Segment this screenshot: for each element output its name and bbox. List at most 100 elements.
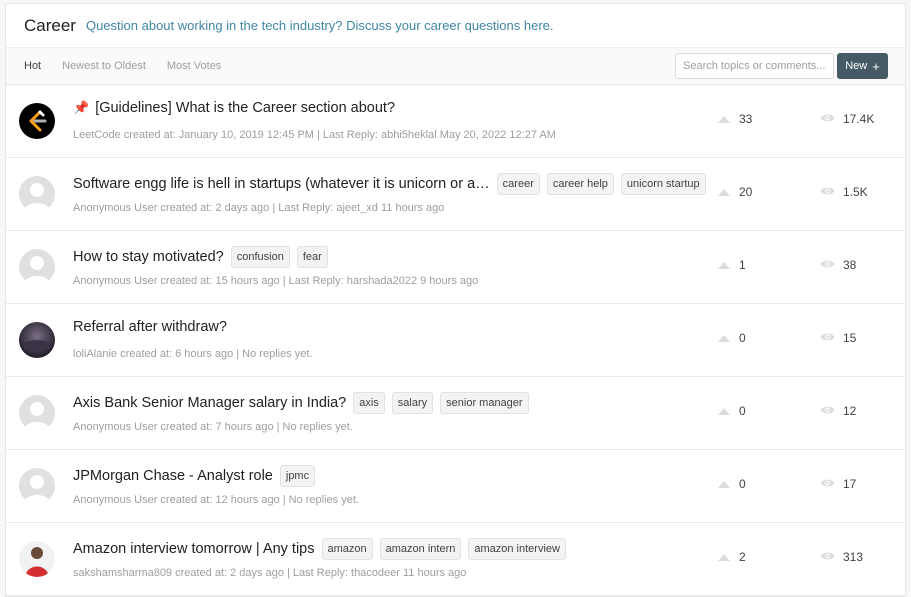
leetcode-logo-icon — [19, 103, 55, 139]
tab-hot[interactable]: Hot — [24, 60, 41, 72]
topic-tag[interactable]: senior manager — [440, 392, 529, 414]
vote-count: 0 — [718, 477, 746, 491]
topic-row[interactable]: Amazon interview tomorrow | Any tips ama… — [6, 523, 905, 596]
topic-tag[interactable]: salary — [391, 392, 434, 414]
topic-tag[interactable]: axis — [353, 392, 385, 414]
view-count: 15 — [820, 331, 856, 345]
vote-number: 2 — [739, 550, 746, 564]
upvote-icon[interactable] — [718, 480, 730, 488]
topic-meta: LeetCode created at: January 10, 2019 12… — [73, 129, 556, 141]
vote-number: 0 — [739, 477, 746, 491]
vote-count: 0 — [718, 404, 746, 418]
avatar[interactable] — [19, 395, 55, 431]
avatar[interactable] — [19, 103, 55, 139]
topic-tag[interactable]: career help — [546, 173, 614, 195]
view-count: 17.4K — [820, 112, 874, 126]
discuss-panel: Career Question about working in the tec… — [5, 3, 906, 597]
view-number: 38 — [843, 258, 857, 272]
eye-icon — [820, 550, 835, 564]
upvote-icon[interactable] — [718, 553, 730, 561]
topic-row[interactable]: JPMorgan Chase - Analyst role jpmc Anony… — [6, 450, 905, 523]
category-description: Question about working in the tech indus… — [85, 18, 554, 33]
topic-title[interactable]: Software engg life is hell in startups (… — [73, 176, 490, 192]
eye-icon — [820, 404, 835, 418]
topic-tag[interactable]: amazon — [321, 538, 373, 560]
topic-tag[interactable]: career — [496, 173, 540, 195]
view-number: 313 — [843, 550, 864, 564]
avatar[interactable] — [19, 468, 55, 504]
new-button-label: New — [845, 60, 868, 72]
topic-list: 📌 [Guidelines] What is the Career section… — [6, 85, 905, 596]
search-input[interactable] — [675, 53, 834, 79]
vote-number: 33 — [739, 112, 753, 126]
topic-title-line: Axis Bank Senior Manager salary in India… — [73, 392, 529, 414]
view-count: 12 — [820, 404, 856, 418]
user-avatar-icon — [19, 176, 55, 212]
upvote-icon[interactable] — [718, 188, 730, 196]
avatar[interactable] — [19, 541, 55, 577]
topic-title[interactable]: [Guidelines] What is the Career section … — [95, 100, 395, 116]
pin-icon: 📌 — [73, 100, 90, 115]
vote-count: 20 — [718, 185, 752, 199]
topic-tag[interactable]: fear — [296, 246, 328, 268]
topic-tag[interactable]: amazon intern — [379, 538, 462, 560]
topic-title[interactable]: How to stay motivated? — [73, 249, 224, 265]
plus-icon: + — [872, 58, 880, 74]
vote-number: 1 — [739, 258, 746, 272]
avatar[interactable] — [19, 322, 55, 358]
view-count: 1.5K — [820, 185, 868, 199]
user-avatar-icon — [19, 322, 55, 358]
category-title: Career — [24, 15, 76, 35]
topic-title-line: 📌 [Guidelines] What is the Career section… — [73, 100, 395, 116]
topic-row[interactable]: Axis Bank Senior Manager salary in India… — [6, 377, 905, 450]
vote-number: 0 — [739, 404, 746, 418]
view-count: 38 — [820, 258, 856, 272]
topic-row[interactable]: 📌 [Guidelines] What is the Career section… — [6, 85, 905, 158]
avatar[interactable] — [19, 249, 55, 285]
topic-meta: Anonymous User created at: 2 days ago | … — [73, 202, 445, 214]
topic-title-line: JPMorgan Chase - Analyst role jpmc — [73, 465, 316, 487]
topic-title-line: Referral after withdraw? — [73, 319, 227, 335]
eye-icon — [820, 185, 835, 199]
avatar[interactable] — [19, 176, 55, 212]
upvote-icon[interactable] — [718, 115, 730, 123]
upvote-icon[interactable] — [718, 407, 730, 415]
view-number: 17.4K — [843, 112, 875, 126]
eye-icon — [820, 112, 835, 126]
tab-most-votes[interactable]: Most Votes — [167, 60, 221, 72]
topic-tag[interactable]: jpmc — [279, 465, 316, 487]
topic-title[interactable]: Amazon interview tomorrow | Any tips — [73, 541, 315, 557]
topic-tag[interactable]: confusion — [230, 246, 290, 268]
category-header: Career Question about working in the tec… — [6, 4, 905, 47]
toolbar: Hot Newest to Oldest Most Votes New + — [6, 47, 905, 85]
topic-title[interactable]: JPMorgan Chase - Analyst role — [73, 468, 273, 484]
vote-count: 0 — [718, 331, 746, 345]
upvote-icon[interactable] — [718, 334, 730, 342]
topic-tag[interactable]: amazon interview — [468, 538, 566, 560]
topic-title-line: Amazon interview tomorrow | Any tips ama… — [73, 538, 566, 560]
vote-count: 1 — [718, 258, 746, 272]
topic-title[interactable]: Axis Bank Senior Manager salary in India… — [73, 395, 346, 411]
vote-number: 0 — [739, 331, 746, 345]
topic-title[interactable]: Referral after withdraw? — [73, 319, 227, 335]
user-avatar-icon — [19, 395, 55, 431]
view-number: 17 — [843, 477, 857, 491]
topic-row[interactable]: Referral after withdraw? loliAlanie crea… — [6, 304, 905, 377]
new-topic-button[interactable]: New + — [837, 53, 888, 79]
vote-count: 33 — [718, 112, 752, 126]
upvote-icon[interactable] — [718, 261, 730, 269]
topic-row[interactable]: Software engg life is hell in startups (… — [6, 158, 905, 231]
tab-newest-to-oldest[interactable]: Newest to Oldest — [62, 60, 146, 72]
view-number: 1.5K — [843, 185, 868, 199]
topic-tag[interactable]: unicorn startup — [620, 173, 706, 195]
topic-meta: Anonymous User created at: 7 hours ago |… — [73, 421, 353, 433]
eye-icon — [820, 331, 835, 345]
topic-meta: Anonymous User created at: 12 hours ago … — [73, 494, 359, 506]
topic-row[interactable]: How to stay motivated? confusion fear Ano… — [6, 231, 905, 304]
vote-number: 20 — [739, 185, 753, 199]
topic-meta: sakshamsharma809 created at: 2 days ago … — [73, 567, 467, 579]
view-number: 15 — [843, 331, 857, 345]
user-avatar-icon — [19, 468, 55, 504]
view-number: 12 — [843, 404, 857, 418]
topic-meta: loliAlanie created at: 6 hours ago | No … — [73, 348, 313, 360]
